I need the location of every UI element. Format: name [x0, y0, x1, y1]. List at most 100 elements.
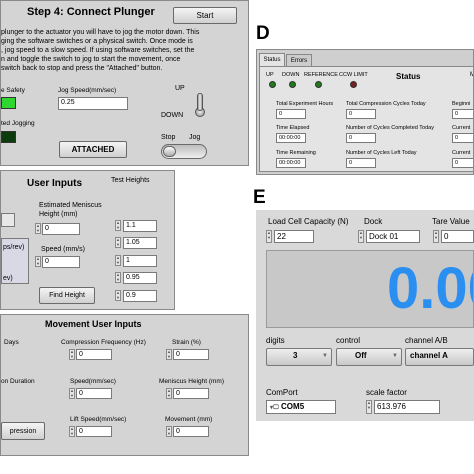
indicator-label-up: UP	[266, 72, 274, 78]
current-value-2: 0	[452, 158, 473, 168]
tare-value-spinner[interactable]: ▲ ▼	[433, 230, 439, 243]
force-reading-value: 0.00	[387, 256, 473, 321]
safety-label: e Safety	[1, 87, 25, 94]
up-label: UP	[175, 85, 185, 92]
days-label: Days	[4, 339, 19, 346]
duration-label: on Duration	[1, 378, 35, 385]
indicator-label-ccw-limit: CCW LIMIT	[339, 72, 368, 78]
toggle-lever	[197, 93, 203, 111]
test-height-input-4[interactable]: 0.95	[123, 272, 157, 284]
scale-factor-spinner[interactable]: ▲ ▼	[366, 400, 372, 414]
meniscus-height-spinner[interactable]: ▲ ▼	[166, 388, 172, 399]
speed-input[interactable]: 0	[42, 256, 80, 268]
panel-e-letter: E	[253, 187, 266, 208]
test-height-input-3[interactable]: 1	[123, 255, 157, 267]
current-label-2: Current	[452, 150, 471, 156]
test-height-input-5[interactable]: 0.9	[123, 290, 157, 302]
channel-dropdown[interactable]: channel A	[405, 348, 474, 366]
start-button[interactable]: Start	[173, 7, 237, 24]
user-inputs-panel: User Inputs Test Heights Estimated Menis…	[0, 170, 175, 310]
jog-speed-input[interactable]: 0.25	[58, 97, 128, 110]
movement-panel: Movement User Inputs Days Compression Fr…	[0, 314, 249, 456]
digits-value: 3	[293, 351, 298, 360]
test-height-spinner-5[interactable]: ▲ ▼	[115, 290, 121, 301]
load-cell-capacity-label: Load Cell Capacity (N)	[268, 217, 349, 226]
lift-speed-input[interactable]: 0	[76, 426, 112, 437]
time-remaining-value: 00:00:00	[276, 158, 306, 168]
panel-d-letter: D	[256, 23, 270, 44]
comport-value: COM5	[281, 402, 305, 411]
time-remaining-label: Time Remaining	[276, 150, 316, 156]
meniscus-height-input[interactable]: 0	[173, 388, 209, 399]
indicator-label-down: DOWN	[282, 72, 300, 78]
load-cell-capacity-input[interactable]: 22	[274, 230, 314, 243]
led-ccw-limit	[350, 81, 357, 88]
tare-value-input[interactable]: 0	[441, 230, 474, 243]
control-dropdown[interactable]: Off ▼	[336, 348, 402, 366]
comport-dropdown-icon: ▾🖵	[270, 405, 279, 411]
lift-speed-spinner[interactable]: ▲ ▼	[69, 426, 75, 437]
meniscus-label-line1: Estimated Meniscus	[39, 202, 102, 209]
test-height-input-2[interactable]: 1.05	[123, 237, 157, 249]
compression-frequency-input[interactable]: 0	[76, 349, 112, 360]
test-heights-label: Test Heights	[111, 177, 150, 184]
test-height-spinner-3[interactable]: ▲ ▼	[115, 255, 121, 266]
dock-spinner[interactable]: ▲ ▼	[358, 230, 364, 243]
meniscus-height-label: Meniscus Height (mm)	[159, 378, 225, 385]
total-experiment-hours-label: Total Experiment Hours	[276, 101, 334, 107]
meniscus-spinner[interactable]: ▲ ▼	[35, 223, 41, 234]
comport-select[interactable]: ▾🖵 COM5	[266, 400, 336, 414]
test-height-spinner-2[interactable]: ▲ ▼	[115, 237, 121, 248]
test-height-input-1[interactable]: 1.1	[123, 220, 157, 232]
up-down-toggle-switch[interactable]	[193, 93, 207, 121]
find-height-button[interactable]: Find Height	[39, 287, 95, 304]
test-height-spinner-1[interactable]: ▲ ▼	[115, 220, 121, 231]
strain-spinner[interactable]: ▲ ▼	[166, 349, 172, 360]
speed-mm-sec-spinner[interactable]: ▲ ▼	[69, 388, 75, 399]
comport-label: ComPort	[266, 388, 298, 397]
stop-label: Stop	[161, 134, 176, 141]
cycles-left-value: 0	[346, 158, 376, 168]
strain-label: Strain (%)	[172, 339, 201, 346]
time-elapsed-label: Time Elapsed	[276, 125, 310, 131]
chevron-down-icon: ▼	[392, 353, 398, 359]
current-value-1: 0	[452, 133, 473, 143]
movement-mm-spinner[interactable]: ▲ ▼	[166, 426, 172, 437]
cycles-completed-label: Number of Cycles Completed Today	[346, 125, 434, 131]
tab-errors[interactable]: Errors	[286, 54, 312, 66]
instruction-line-1: plunger to the actuator you will have to…	[1, 29, 200, 36]
speed-mm-sec-label: Speed(mm/sec)	[70, 378, 116, 385]
strain-input[interactable]: 0	[173, 349, 209, 360]
instruction-line-3: , jog speed to a slow speed. If using so…	[1, 47, 195, 54]
jogging-label: ted Jogging	[1, 120, 35, 127]
start-compression-button[interactable]: pression	[1, 422, 45, 440]
meniscus-input[interactable]: 0	[42, 223, 80, 235]
speed-spinner[interactable]: ▲ ▼	[35, 256, 41, 267]
movement-mm-input[interactable]: 0	[173, 426, 209, 437]
tare-value-label: Tare Value	[432, 217, 470, 226]
time-elapsed-value: 00:00:00	[276, 133, 306, 143]
instruction-line-5: switch back to stop and press the "Attac…	[1, 65, 163, 72]
load-cell-panel: Load Cell Capacity (N) ▲ ▼ 22 Dock ▲ ▼ Doc…	[256, 210, 474, 421]
user-inputs-title: User Inputs	[27, 178, 83, 189]
force-reading-display: 0.00	[266, 250, 474, 328]
step4-title: Step 4: Connect Plunger	[27, 6, 155, 18]
total-compression-cycles-label: Total Compression Cycles Today	[346, 101, 426, 107]
digits-dropdown[interactable]: 3 ▼	[266, 348, 332, 366]
led-up	[269, 81, 276, 88]
jogging-indicator	[1, 131, 16, 143]
dock-input[interactable]: Dock 01	[366, 230, 420, 243]
stop-jog-slide-switch[interactable]	[161, 144, 207, 159]
compression-frequency-spinner[interactable]: ▲ ▼	[69, 349, 75, 360]
safety-indicator	[1, 97, 16, 109]
control-value: Off	[355, 351, 367, 360]
scale-factor-input[interactable]: 613.976	[374, 400, 440, 414]
test-height-spinner-4[interactable]: ▲ ▼	[115, 272, 121, 283]
instruction-line-4: n and toggle the switch to jog to start …	[1, 56, 181, 63]
left-dropdown-stub[interactable]	[1, 213, 15, 227]
dock-label: Dock	[364, 217, 383, 226]
speed-mm-sec-input[interactable]: 0	[76, 388, 112, 399]
tab-status[interactable]: Status	[259, 53, 285, 66]
load-cell-capacity-spinner[interactable]: ▲ ▼	[266, 230, 272, 243]
attached-button[interactable]: ATTACHED	[59, 141, 127, 158]
